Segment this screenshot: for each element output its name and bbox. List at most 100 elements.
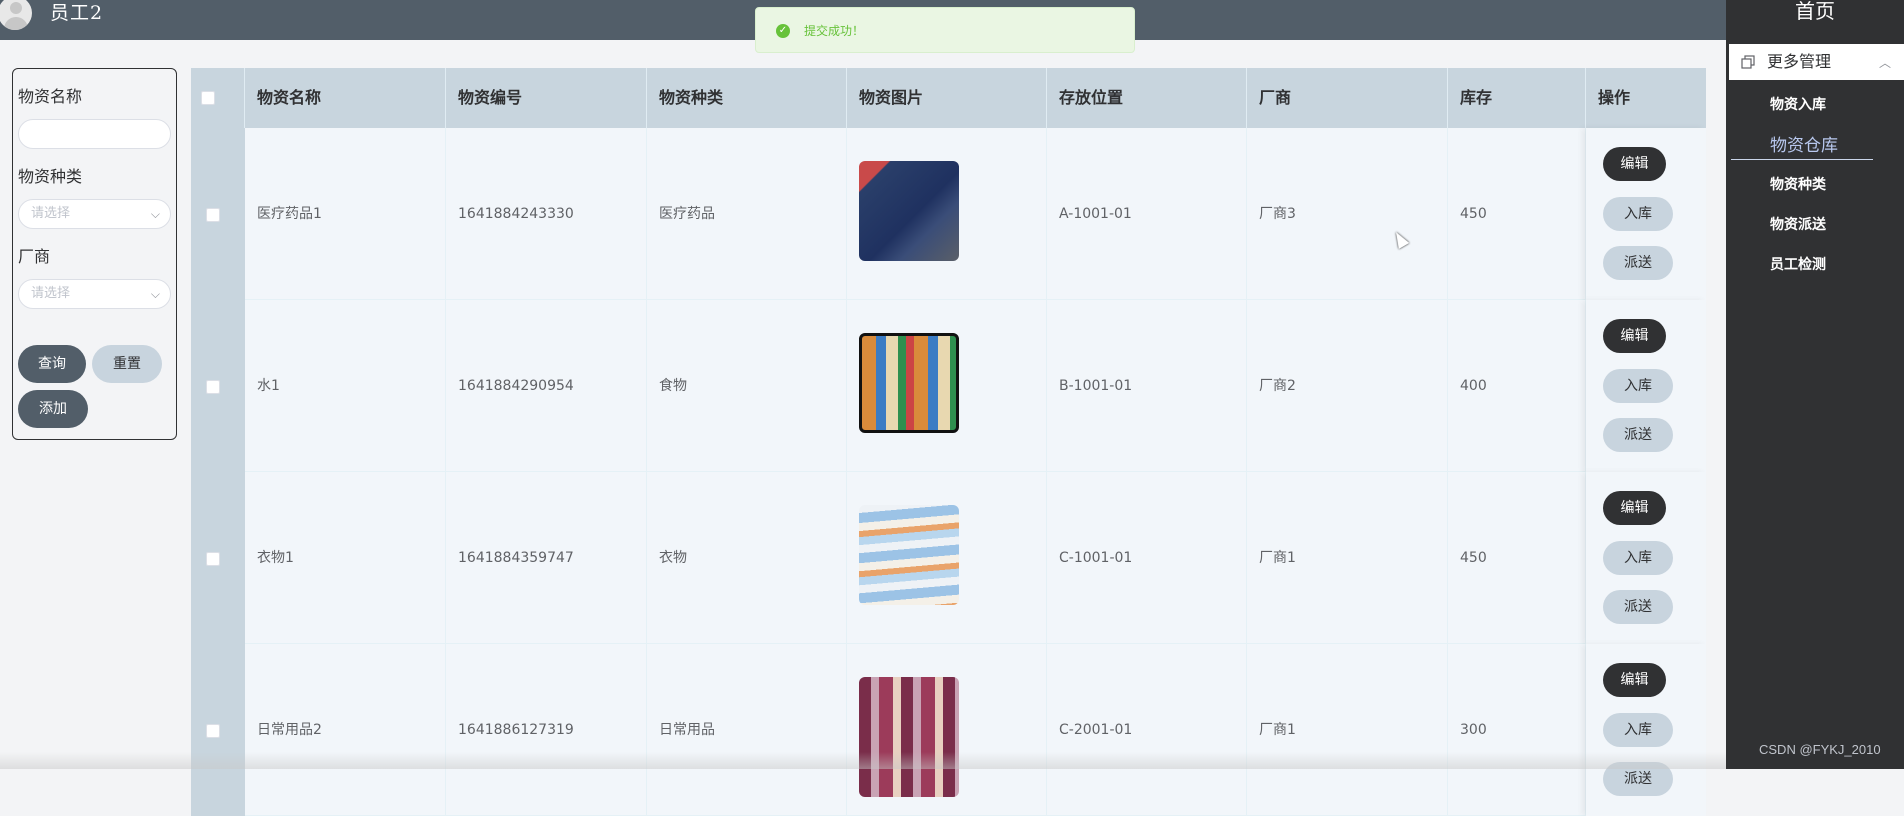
cell-type: 日常用品 — [647, 644, 847, 816]
cell-image — [847, 472, 1047, 644]
col-image[interactable]: 物资图片 — [847, 68, 1047, 128]
vendor-select-placeholder: 请选择 — [31, 286, 71, 301]
col-location[interactable]: 存放位置 — [1047, 68, 1247, 128]
cell-vendor: 厂商1 — [1247, 644, 1448, 816]
cell-code: 1641884243330 — [446, 128, 647, 300]
sidebar: 首页 更多管理 ︿ 物资入库 物资仓库 物资种类 物资派送 员工检测 — [1726, 0, 1904, 769]
table-row[interactable]: 医疗药品1 1641884243330 医疗药品 A-1001-01 厂商3 4… — [191, 128, 1706, 300]
sidebar-item-dispatch[interactable]: 物资派送 — [1770, 214, 1826, 234]
name-input[interactable] — [18, 119, 171, 149]
chevron-down-icon: ⌵ — [150, 207, 160, 221]
sidebar-item-stock-in[interactable]: 物资入库 — [1770, 94, 1826, 114]
col-code[interactable]: 物资编号 — [446, 68, 647, 128]
sidebar-item-category[interactable]: 物资种类 — [1770, 174, 1826, 194]
cell-actions: 编辑 入库 派送 — [1586, 472, 1706, 644]
select-all-checkbox[interactable] — [201, 91, 215, 105]
col-type[interactable]: 物资种类 — [647, 68, 847, 128]
cell-name: 水1 — [245, 300, 446, 472]
avatar[interactable] — [0, 0, 32, 30]
material-image[interactable] — [859, 505, 959, 605]
col-name[interactable]: 物资名称 — [245, 68, 446, 128]
cell-location: C-1001-01 — [1047, 472, 1247, 644]
cell-image — [847, 300, 1047, 472]
cell-image — [847, 128, 1047, 300]
reset-button[interactable]: 重置 — [92, 345, 162, 383]
bottom-scroll-shadow — [0, 752, 1726, 769]
cell-name: 衣物1 — [245, 472, 446, 644]
cell-vendor: 厂商3 — [1247, 128, 1448, 300]
row-checkbox[interactable] — [206, 380, 220, 394]
stock-in-button[interactable]: 入库 — [1603, 369, 1673, 403]
cell-stock: 300 — [1448, 644, 1586, 816]
type-label: 物资种类 — [18, 167, 83, 186]
cell-stock: 450 — [1448, 128, 1586, 300]
name-label: 物资名称 — [18, 87, 83, 106]
stock-in-button[interactable]: 入库 — [1603, 197, 1673, 231]
table-row[interactable]: 日常用品2 1641886127319 日常用品 C-2001-01 厂商1 3… — [191, 644, 1706, 816]
cell-code: 1641886127319 — [446, 644, 647, 816]
row-checkbox[interactable] — [206, 724, 220, 738]
material-image[interactable] — [859, 161, 959, 261]
sidebar-group-more[interactable]: 更多管理 ︿ — [1729, 44, 1904, 80]
cell-type: 食物 — [647, 300, 847, 472]
edit-button[interactable]: 编辑 — [1603, 147, 1666, 181]
query-button[interactable]: 查询 — [18, 345, 86, 383]
add-button[interactable]: 添加 — [18, 390, 88, 428]
cell-image — [847, 644, 1047, 816]
row-checkbox-cell — [191, 472, 245, 644]
sidebar-group-label: 更多管理 — [1767, 52, 1832, 71]
table-row[interactable]: 水1 1641884290954 食物 B-1001-01 厂商2 400 编辑… — [191, 300, 1706, 472]
sidebar-item-staff-check[interactable]: 员工检测 — [1770, 254, 1826, 274]
username[interactable]: 员工2 — [50, 0, 103, 26]
col-stock[interactable]: 库存 — [1448, 68, 1586, 128]
check-circle-icon: ✓ — [776, 24, 790, 38]
col-vendor[interactable]: 厂商 — [1247, 68, 1448, 128]
cell-name: 医疗药品1 — [245, 128, 446, 300]
cell-type: 衣物 — [647, 472, 847, 644]
cell-vendor: 厂商1 — [1247, 472, 1448, 644]
success-toast: ✓ 提交成功！ — [755, 7, 1135, 53]
dispatch-button[interactable]: 派送 — [1603, 246, 1673, 280]
sidebar-item-warehouse[interactable]: 物资仓库 — [1770, 131, 1838, 156]
table-header: 物资名称 物资编号 物资种类 物资图片 存放位置 厂商 库存 操作 — [191, 68, 1706, 128]
active-indicator — [1731, 159, 1873, 160]
edit-button[interactable]: 编辑 — [1603, 319, 1666, 353]
stock-in-button[interactable]: 入库 — [1603, 713, 1673, 747]
row-checkbox-cell — [191, 128, 245, 300]
cell-name: 日常用品2 — [245, 644, 446, 816]
cell-location: B-1001-01 — [1047, 300, 1247, 472]
material-image[interactable] — [859, 677, 959, 797]
edit-button[interactable]: 编辑 — [1603, 663, 1666, 697]
dispatch-button[interactable]: 派送 — [1603, 418, 1673, 452]
edit-button[interactable]: 编辑 — [1603, 491, 1666, 525]
vendor-select[interactable]: 请选择 ⌵ — [18, 279, 171, 309]
cell-code: 1641884359747 — [446, 472, 647, 644]
type-select[interactable]: 请选择 ⌵ — [18, 199, 171, 229]
chevron-down-icon: ⌵ — [150, 287, 160, 301]
cell-vendor: 厂商2 — [1247, 300, 1448, 472]
header-checkbox-cell — [191, 68, 245, 128]
cell-location: A-1001-01 — [1047, 128, 1247, 300]
vendor-label: 厂商 — [18, 247, 51, 266]
sidebar-home[interactable]: 首页 — [1726, 0, 1904, 26]
row-checkbox-cell — [191, 644, 245, 816]
row-checkbox[interactable] — [206, 552, 220, 566]
toast-message: 提交成功！ — [804, 24, 865, 38]
cell-actions: 编辑 入库 派送 — [1586, 128, 1706, 300]
row-checkbox-cell — [191, 300, 245, 472]
table-row[interactable]: 衣物1 1641884359747 衣物 C-1001-01 厂商1 450 编… — [191, 472, 1706, 644]
row-checkbox[interactable] — [206, 208, 220, 222]
dispatch-button[interactable]: 派送 — [1603, 590, 1673, 624]
cell-location: C-2001-01 — [1047, 644, 1247, 816]
cell-actions: 编辑 入库 派送 — [1586, 300, 1706, 472]
col-actions: 操作 — [1598, 88, 1631, 107]
cell-type: 医疗药品 — [647, 128, 847, 300]
watermark: CSDN @FYKJ_2010 — [1759, 742, 1881, 757]
cell-code: 1641884290954 — [446, 300, 647, 472]
cell-stock: 400 — [1448, 300, 1586, 472]
copy-icon — [1741, 55, 1755, 69]
stock-in-button[interactable]: 入库 — [1603, 541, 1673, 575]
cell-actions: 编辑 入库 派送 — [1586, 644, 1706, 816]
type-select-placeholder: 请选择 — [31, 206, 71, 221]
material-image[interactable] — [859, 333, 959, 433]
